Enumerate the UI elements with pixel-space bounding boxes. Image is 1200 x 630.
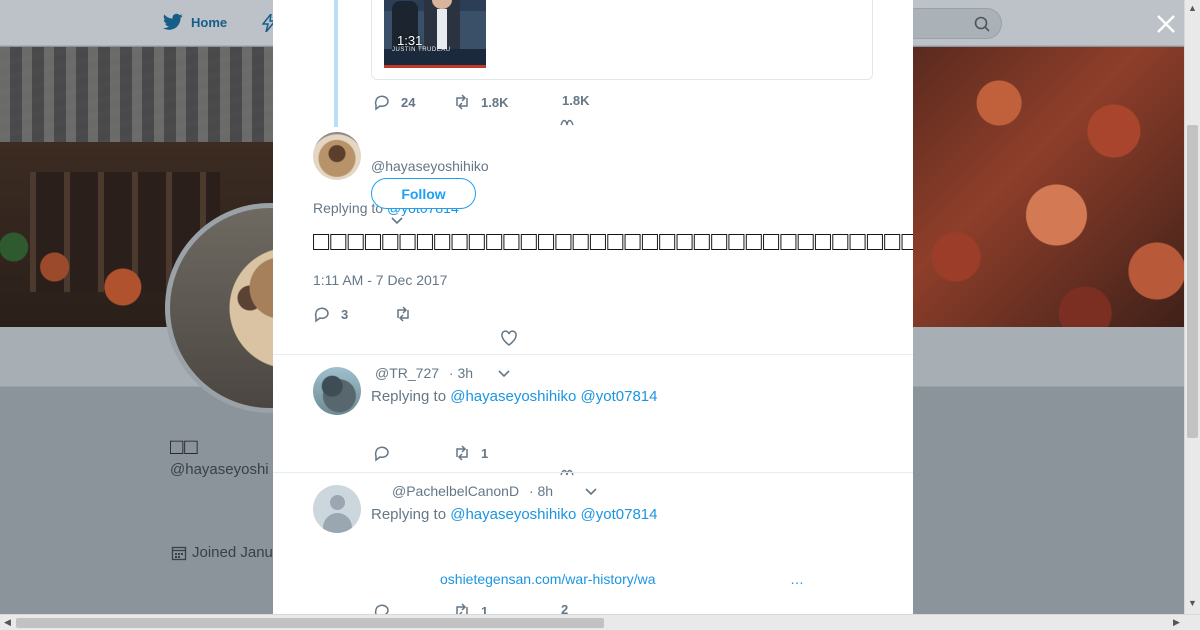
reply-context-prefix: Replying to <box>371 388 451 405</box>
reply-url-link[interactable]: oshietegensan.com/war-history/wa <box>440 571 656 587</box>
reply-icon <box>374 446 389 462</box>
nav-home-label: Home <box>191 14 228 30</box>
scroll-right-arrow-icon[interactable]: ▶ <box>1173 617 1180 628</box>
reply-mention-2[interactable]: @yot07814 <box>581 506 658 523</box>
reply2-reply-action[interactable] <box>373 602 391 614</box>
reply1-reply-action[interactable] <box>373 444 391 462</box>
reply1-retweet-action[interactable]: 1 <box>453 444 488 462</box>
search-icon <box>974 16 990 32</box>
reply-mention-1[interactable]: @hayaseyoshihiko <box>450 388 576 405</box>
reply-count: 24 <box>401 94 416 110</box>
retweet-count: 1.8K <box>481 94 509 110</box>
chevron-down-icon[interactable] <box>497 369 511 379</box>
tweet-author-handle[interactable]: @hayaseyoshihiko <box>371 158 489 174</box>
heart-icon[interactable] <box>500 329 518 347</box>
retweet-icon <box>397 306 409 322</box>
reply2-like-action[interactable]: 2 <box>561 602 568 614</box>
reply-time[interactable]: · 8h <box>529 483 553 499</box>
close-icon <box>1157 15 1175 33</box>
reply2-like-count: 2 <box>561 602 569 614</box>
reply1-retweet-count: 1 <box>481 445 489 461</box>
tweet-text: □□□□□□□□□□□□□□□□□□□□□□□□□□□□□□□□□□□□□□□□… <box>313 226 913 256</box>
tweet-author-avatar[interactable] <box>313 132 361 180</box>
thread-line <box>334 0 338 127</box>
chevron-down-icon[interactable] <box>390 216 404 226</box>
follow-button[interactable]: Follow <box>371 178 476 209</box>
vertical-scroll-thumb[interactable] <box>1187 125 1198 438</box>
retweet-action[interactable]: 1.8K <box>453 93 508 111</box>
reply-author-handle[interactable]: @TR_727 · 3h <box>375 365 473 381</box>
like-count: 1.8K <box>562 93 590 108</box>
retweet-icon <box>456 603 468 614</box>
reply-mention-2[interactable]: @yot07814 <box>581 388 658 405</box>
profile-joined-date: Joined Janua <box>171 544 281 561</box>
divider <box>273 472 913 473</box>
close-modal-button[interactable] <box>1153 11 1179 37</box>
horizontal-scroll-thumb[interactable] <box>16 618 604 628</box>
retweet-icon <box>456 445 468 461</box>
main-reply-action[interactable]: 3 <box>313 305 348 323</box>
like-action[interactable]: 1.8K <box>562 93 589 108</box>
reply2-retweet-count: 1 <box>481 603 489 615</box>
reply-time[interactable]: · 3h <box>449 365 473 381</box>
reply-handle-text[interactable]: @TR_727 <box>375 365 439 381</box>
scroll-down-arrow-icon[interactable]: ▼ <box>1188 598 1197 608</box>
reply-icon <box>374 95 389 111</box>
scroll-left-arrow-icon[interactable]: ◀ <box>4 617 11 628</box>
reply-icon <box>374 604 389 614</box>
reply-mention-1[interactable]: @hayaseyoshihiko <box>450 506 576 523</box>
horizontal-scrollbar[interactable]: ◀ ▶ <box>0 614 1200 630</box>
scroll-up-arrow-icon[interactable]: ▲ <box>1188 3 1197 13</box>
main-retweet-action[interactable] <box>394 305 412 323</box>
vertical-scrollbar[interactable]: ▲ ▼ <box>1184 0 1200 614</box>
quoted-tweet-card[interactable]: JUSTIN TRUDEAU 1:31 ♥♥ □□□□□□ <box>371 0 873 80</box>
tweet-permalink-modal: JUSTIN TRUDEAU 1:31 ♥♥ □□□□□□ 24 1.8K 1.… <box>273 0 913 614</box>
header-banner-image-right <box>913 47 1200 327</box>
reply-handle-text[interactable]: @PachelbelCanonD <box>392 483 519 499</box>
reply2-retweet-action[interactable]: 1 <box>453 602 488 614</box>
video-thumbnail[interactable]: JUSTIN TRUDEAU 1:31 <box>384 0 486 68</box>
default-avatar[interactable] <box>313 485 361 533</box>
main-reply-count: 3 <box>341 306 349 322</box>
nav-home[interactable]: Home <box>163 13 227 31</box>
reply-context: Replying to @hayaseyoshihiko @yot07814 <box>371 388 657 405</box>
profile-handle: @hayaseyoshi <box>170 461 269 478</box>
divider <box>273 354 913 355</box>
reply-author-handle[interactable]: @PachelbelCanonD · 8h <box>392 483 553 499</box>
search-box[interactable] <box>900 8 1002 39</box>
reply-action[interactable]: 24 <box>373 93 415 111</box>
reply-context-prefix: Replying to <box>371 506 451 523</box>
reply-url-ellipsis[interactable]: … <box>790 571 804 587</box>
tweet-timestamp[interactable]: 1:11 AM - 7 Dec 2017 <box>313 272 447 288</box>
reply-context: Replying to @hayaseyoshihiko @yot07814 <box>371 506 657 523</box>
chevron-down-icon[interactable] <box>584 487 598 497</box>
profile-joined-label: Joined Janua <box>192 544 282 561</box>
profile-name: □□ <box>170 434 199 459</box>
reply-author-avatar[interactable] <box>313 367 361 415</box>
video-duration: 1:31 <box>397 33 423 48</box>
calendar-icon <box>171 546 187 560</box>
twitter-bird-icon <box>163 13 183 30</box>
retweet-icon <box>456 94 468 110</box>
heart-icon-partial <box>560 119 574 126</box>
reply-icon <box>314 307 329 323</box>
